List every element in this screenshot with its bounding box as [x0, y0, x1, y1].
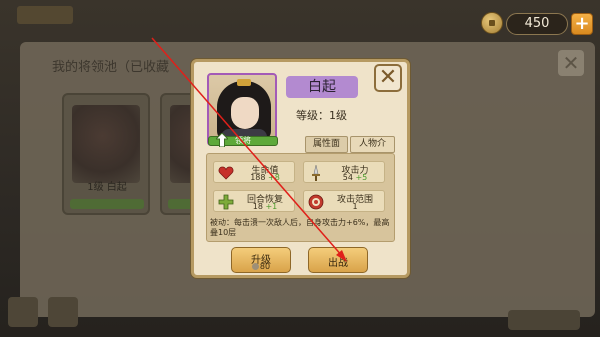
deploy-button-label: 出战: [328, 258, 348, 269]
stat-regen: 回合恢复 18 +1: [213, 190, 295, 212]
target-icon: [308, 194, 324, 210]
deploy-button[interactable]: 出战: [308, 247, 368, 273]
plus-icon: +: [574, 13, 590, 34]
stat-attack-value: 54 +5: [342, 173, 368, 182]
stat-hp-bonus: +8: [268, 173, 280, 182]
background-hero-name: 1级 白起: [87, 182, 127, 193]
portrait-face: [231, 97, 259, 129]
hero-name: 白起: [286, 76, 358, 98]
background-bottom-button: [8, 297, 38, 327]
stat-hp-value: 188 +8: [250, 173, 280, 182]
material-icon: [251, 263, 259, 270]
coin-icon: [481, 12, 503, 34]
hero-level: 等级：1级: [296, 109, 347, 122]
stat-hp: 生命值 188 +8: [213, 161, 295, 183]
background-hero-bar: [70, 199, 144, 209]
background-panel-title: 我的将领池（已收藏: [52, 60, 170, 75]
stat-attack: 攻击力 54 +5: [303, 161, 385, 183]
tab-attributes[interactable]: 属性面板: [305, 136, 348, 164]
plus-cross-icon: [218, 194, 234, 210]
stat-range: 攻击范围 1: [303, 190, 385, 212]
portrait-crown: [237, 79, 251, 86]
close-icon: ✕: [378, 65, 398, 90]
background-hero-card: 1级 白起: [62, 93, 150, 215]
tab-character-intro[interactable]: 人物介绍: [350, 136, 395, 164]
upgrade-arrow-icon: [216, 133, 228, 147]
stat-regen-bonus: +1: [265, 202, 278, 211]
background-hero-art: [72, 105, 140, 183]
portrait-bar-label: 领将: [235, 136, 251, 145]
upgrade-cost: 80: [232, 262, 290, 271]
upgrade-button[interactable]: 升级 80: [231, 247, 291, 273]
stat-range-value: 1: [352, 202, 358, 211]
stat-attack-bonus: +5: [355, 173, 368, 182]
heart-icon: [218, 166, 234, 180]
background-bottom-button: [48, 297, 78, 327]
stat-regen-value: 18 +1: [252, 202, 278, 211]
background-close-icon: ✕: [558, 50, 584, 76]
background-top-tab: [17, 6, 73, 24]
close-button[interactable]: ✕: [374, 64, 402, 92]
background-bottom-right-button: [508, 310, 580, 330]
passive-skill-text: 被动：每击溃一次敌人后，自身攻击力+6%，最高叠10层: [210, 218, 390, 237]
sword-icon: [312, 165, 320, 181]
add-currency-button[interactable]: +: [571, 13, 593, 35]
currency-amount: 450: [506, 13, 568, 35]
